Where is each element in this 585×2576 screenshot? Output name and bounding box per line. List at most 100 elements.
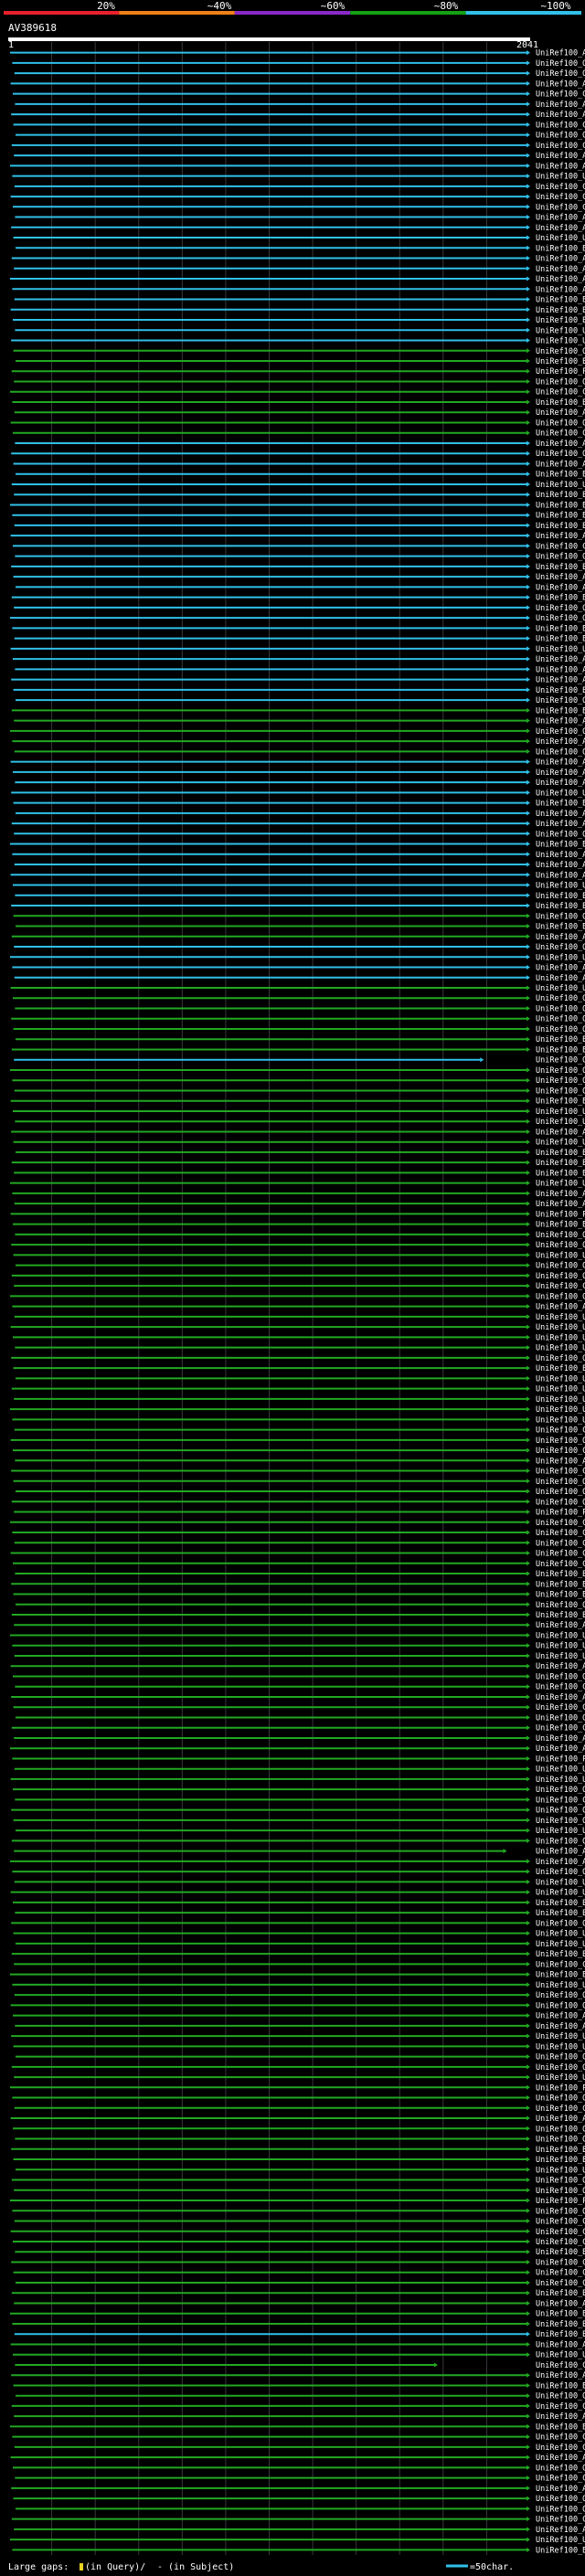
hit-label[interactable]: UniRef100_C1BHN1	[536, 1519, 585, 1528]
hit-label[interactable]: UniRef100_B5H200	[536, 1045, 585, 1055]
hit-label[interactable]: UniRef100_UPI000…	[536, 1323, 585, 1332]
hit-label[interactable]: UniRef100_A6MWA2	[536, 152, 585, 161]
hit-label[interactable]: UniRef100_C4RTF1	[536, 1796, 585, 1805]
hit-label[interactable]: UniRef100_A6TM57	[536, 758, 585, 768]
hit-label[interactable]: UniRef100_C6T552	[536, 183, 585, 192]
hit-label[interactable]: UniRef100_A9P7V2	[536, 285, 585, 294]
hit-label[interactable]: UniRef100_Q4G3B6	[536, 1272, 585, 1281]
hit-label[interactable]: UniRef100_P59231	[536, 367, 585, 376]
hit-label[interactable]: UniRef100_A6NNB9	[536, 162, 585, 171]
hit-label[interactable]: UniRef100_Q6PC69	[536, 1498, 585, 1507]
hit-label[interactable]: UniRef100_B7F9R7	[536, 398, 585, 408]
hit-label[interactable]: UniRef100_C1C3D5	[536, 1683, 585, 1692]
hit-label[interactable]: UniRef100_Q84VS5	[536, 69, 585, 79]
hit-label[interactable]: UniRef100_Q7ZS58	[536, 1817, 585, 1826]
hit-label[interactable]: UniRef100_B2AW62	[536, 2156, 585, 2165]
hit-label[interactable]: UniRef100_A6NNV9	[536, 408, 585, 418]
hit-label[interactable]: UniRef100_B5DF87	[536, 1570, 585, 1579]
hit-label[interactable]: UniRef100_UPI000…	[536, 1405, 585, 1415]
hit-label[interactable]: UniRef100_Q6TTL3	[536, 377, 585, 387]
hit-label[interactable]: UniRef100_A6TM53	[536, 810, 585, 819]
hit-label[interactable]: UniRef100_B4J3C3	[536, 800, 585, 809]
hit-label[interactable]: UniRef100_UPI000…	[536, 1765, 585, 1775]
hit-label[interactable]: UniRef100_P53026	[536, 1754, 585, 1764]
hit-label[interactable]: UniRef100_UPI000…	[536, 1415, 585, 1425]
hit-label[interactable]: UniRef100_B6HCB6	[536, 2310, 585, 2319]
hit-label[interactable]: UniRef100_B9SKH6	[536, 686, 585, 695]
hit-label[interactable]: UniRef100_Q4PMV8	[536, 2094, 585, 2104]
hit-label[interactable]: UniRef100_A6TM62	[536, 665, 585, 674]
hit-label[interactable]: UniRef100_Q14363	[536, 1231, 585, 1240]
hit-label[interactable]: UniRef100_Q4PHD0	[536, 2136, 585, 2145]
hit-label[interactable]: UniRef100_A6TM54	[536, 676, 585, 685]
hit-label[interactable]: UniRef100_B9SCT6	[536, 501, 585, 510]
hit-label[interactable]: UniRef100_A9PBD3	[536, 275, 585, 284]
hit-label[interactable]: UniRef100_Q3UVJ4	[536, 1919, 585, 1928]
hit-label[interactable]: UniRef100_UPI000…	[536, 1889, 585, 1898]
hit-label[interactable]: UniRef100_Q6EE94	[536, 2063, 585, 2072]
hit-label[interactable]: UniRef100_Q9FTP4	[536, 1015, 585, 1024]
hit-label[interactable]: UniRef100_Q75D09	[536, 2207, 585, 2216]
hit-label[interactable]: UniRef100_A4RWG3	[536, 101, 585, 110]
hit-label[interactable]: UniRef100_Q0U2J6	[536, 2464, 585, 2473]
hit-label[interactable]: UniRef100_C5NT54	[536, 2516, 585, 2525]
hit-label[interactable]: UniRef100_UPI000…	[536, 1395, 585, 1405]
hit-label[interactable]: UniRef100_UPI000…	[536, 1313, 585, 1322]
hit-label[interactable]: UniRef100_A9XHZ2	[536, 80, 585, 89]
hit-label[interactable]: UniRef100_B9C0I0	[536, 2546, 585, 2555]
hit-label[interactable]: UniRef100_Q6I106	[536, 1066, 585, 1076]
hit-label[interactable]: UniRef100_A7E5G0	[536, 2012, 585, 2021]
hit-label[interactable]: UniRef100_C5U182	[536, 2104, 585, 2114]
hit-label[interactable]: UniRef100_C4NKI2	[536, 2279, 585, 2288]
hit-label[interactable]: UniRef100_A6TM55	[536, 974, 585, 983]
hit-label[interactable]: UniRef100_UPI000…	[536, 337, 585, 346]
hit-label[interactable]: UniRef100_Q7ZYS8	[536, 1241, 585, 1250]
hit-label[interactable]: UniRef100_Q5P8L4	[536, 614, 585, 623]
hit-label[interactable]: UniRef100_A4RMK8	[536, 2454, 585, 2463]
hit-label[interactable]: UniRef100_B7FHG2	[536, 635, 585, 644]
hit-label[interactable]: UniRef100_A9XHN6	[536, 2115, 585, 2124]
hit-label[interactable]: UniRef100_UPI000…	[536, 481, 585, 490]
hit-label[interactable]: UniRef100_Q4N362	[536, 1713, 585, 1723]
hit-label[interactable]: UniRef100_A6TM68	[536, 933, 585, 942]
hit-label[interactable]: UniRef100_UPI000…	[536, 1776, 585, 1785]
hit-label[interactable]: UniRef100_A6NWG8	[536, 573, 585, 582]
hit-label[interactable]: UniRef100_C5DHF5	[536, 2228, 585, 2237]
hit-label[interactable]: UniRef100_Q6ZJ04	[536, 347, 585, 356]
hit-label[interactable]: UniRef100_C5WXV4	[536, 429, 585, 439]
hit-label[interactable]: UniRef100_B6SP3	[536, 306, 585, 315]
hit-label[interactable]: UniRef100_Q9S386	[536, 830, 585, 839]
hit-label[interactable]: UniRef100_B9SCT8	[536, 491, 585, 500]
hit-label[interactable]: UniRef100_Q5CYT2	[536, 747, 585, 757]
hit-label[interactable]: UniRef100_A6TM64	[536, 769, 585, 778]
hit-label[interactable]: UniRef100_B4F733	[536, 1149, 585, 1158]
hit-label[interactable]: UniRef100_A6TM61	[536, 851, 585, 860]
hit-label[interactable]: UniRef100_A6RNG0	[536, 2022, 585, 2031]
hit-label[interactable]: UniRef100_A7PKN7	[536, 224, 585, 233]
hit-label[interactable]: UniRef100_B2V1B2	[536, 1950, 585, 1959]
hit-label[interactable]: UniRef100_P59230	[536, 1210, 585, 1219]
hit-label[interactable]: UniRef100_B2VPH6	[536, 2146, 585, 2155]
hit-label[interactable]: UniRef100_A5E4A9	[536, 1734, 585, 1744]
hit-label[interactable]: UniRef100_UPI000…	[536, 2032, 585, 2041]
hit-label[interactable]: UniRef100_A7WMU8	[536, 2412, 585, 2422]
hit-label[interactable]: UniRef100_Q4G3J9	[536, 1292, 585, 1301]
hit-label[interactable]: UniRef100_B5DDV2	[536, 1580, 585, 1589]
hit-label[interactable]: UniRef100_B7FGL9	[536, 471, 585, 480]
hit-label[interactable]: UniRef100_UPI000…	[536, 1180, 585, 1189]
hit-label[interactable]: UniRef100_UPI000…	[536, 1108, 585, 1117]
hit-label[interactable]: UniRef100_A6NRM6	[536, 1303, 585, 1312]
hit-label[interactable]: UniRef100_C1H5X8	[536, 2443, 585, 2453]
hit-label[interactable]: UniRef100_Q7Z9Y7	[536, 1807, 585, 1816]
hit-label[interactable]: UniRef100_B8N1L3	[536, 2320, 585, 2329]
hit-label[interactable]: UniRef100_A9P177	[536, 214, 585, 223]
hit-label[interactable]: UniRef100_Q4G2R2	[536, 1087, 585, 1096]
hit-label[interactable]: UniRef100_B2Y4V5	[536, 1971, 585, 1980]
hit-label[interactable]: UniRef100_A9XDR9	[536, 1128, 585, 1137]
hit-label[interactable]: UniRef100_C1BFR9	[536, 1550, 585, 1559]
hit-label[interactable]: UniRef100_A6TM66	[536, 655, 585, 664]
hit-label[interactable]: UniRef100_Q7AB36	[536, 1478, 585, 1487]
hit-label[interactable]: UniRef100_A2QQW2	[536, 2485, 585, 2494]
hit-label[interactable]: UniRef100_C6H6F8	[536, 2238, 585, 2247]
hit-label[interactable]: UniRef100_Q5FUP4	[536, 1056, 585, 1065]
